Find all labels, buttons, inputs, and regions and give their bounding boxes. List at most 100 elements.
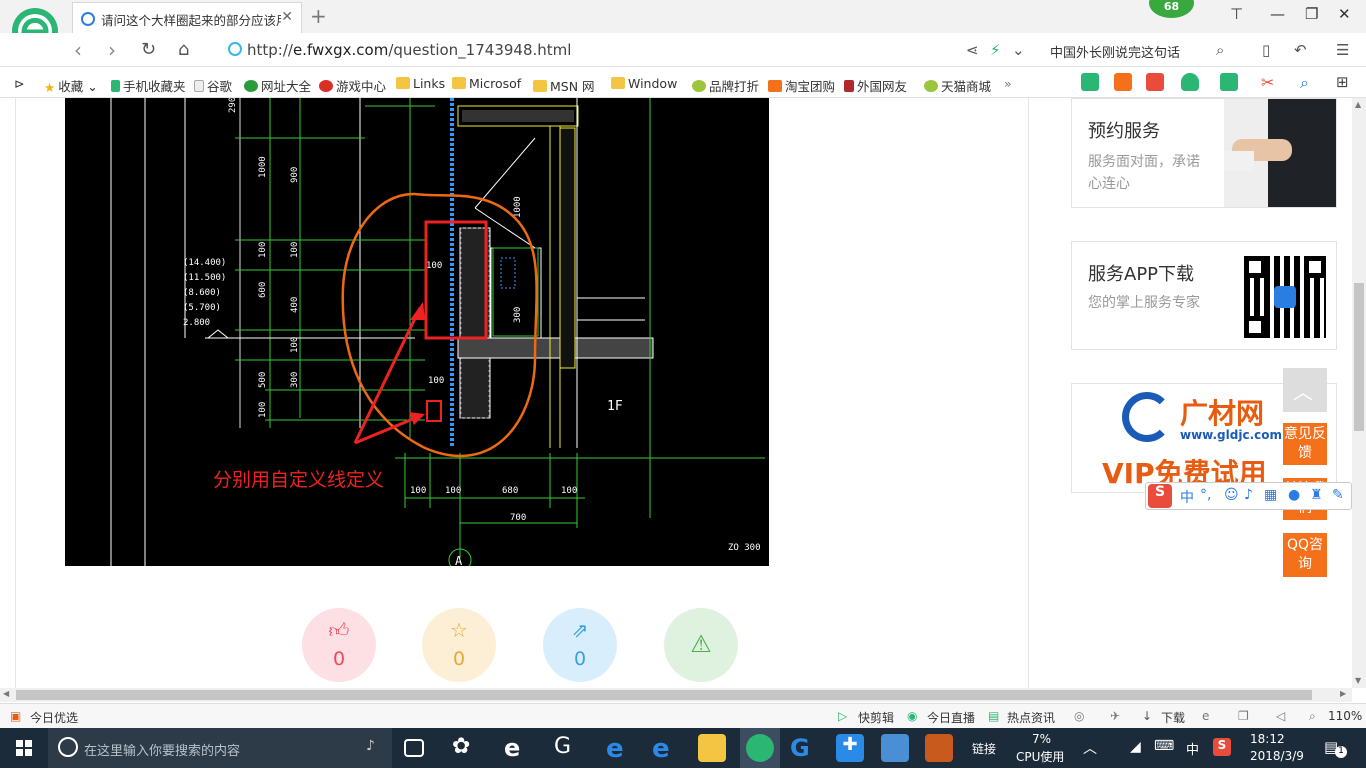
menu-icon[interactable]: ☰: [1336, 41, 1349, 59]
translate-icon[interactable]: [1220, 73, 1238, 91]
skin-icon[interactable]: ♜: [1310, 487, 1323, 503]
home-icon[interactable]: ⌂: [178, 39, 189, 60]
back-icon[interactable]: ‹: [74, 38, 82, 62]
microphone-icon[interactable]: ♪: [1244, 487, 1253, 503]
window-icon[interactable]: ❐: [1238, 709, 1249, 723]
qq-consult-button[interactable]: QQ咨询: [1283, 533, 1327, 577]
bookmark-item[interactable]: 网址大全: [244, 76, 311, 95]
volume-icon[interactable]: ◁: [1276, 709, 1285, 723]
news-icon[interactable]: ▤: [988, 709, 999, 723]
fan-app-icon[interactable]: ✿: [452, 734, 480, 762]
ie-mode-icon[interactable]: e: [1202, 709, 1209, 723]
undo-icon[interactable]: ↶: [1294, 41, 1307, 59]
apps-grid-icon[interactable]: ⊞: [1336, 73, 1354, 91]
vertical-scrollbar[interactable]: ▲ ▼: [1352, 98, 1366, 688]
close-window-button[interactable]: ✕: [1338, 5, 1351, 23]
bookmark-item[interactable]: 手机收藏夹: [111, 76, 186, 95]
live-icon[interactable]: ◉: [907, 709, 917, 723]
file-explorer-icon[interactable]: [698, 734, 726, 762]
pin-icon[interactable]: ✈: [1110, 709, 1120, 723]
cross-app-icon[interactable]: ✚: [836, 734, 864, 762]
internet-explorer-icon[interactable]: e: [652, 734, 680, 764]
clock-time[interactable]: 18:12: [1250, 732, 1285, 746]
status-item[interactable]: 今日直播: [927, 709, 975, 726]
chevron-down-icon[interactable]: ⌄: [1012, 41, 1025, 59]
app-download-card[interactable]: 服务APP下载 您的掌上服务专家: [1071, 241, 1337, 350]
tray-expand-icon[interactable]: ︿: [1083, 738, 1097, 758]
taskbar-search[interactable]: 在这里输入你要搜索的内容 ♪: [48, 728, 392, 768]
site-security-icon[interactable]: [228, 42, 242, 56]
scroll-left-icon[interactable]: ◀: [3, 689, 9, 698]
favorite-button[interactable]: ☆ 0: [422, 608, 496, 682]
refresh-icon[interactable]: ↻: [141, 39, 156, 60]
lightning-icon[interactable]: ⚡: [990, 41, 1001, 59]
shield-icon[interactable]: [1181, 73, 1199, 91]
microphone-icon[interactable]: ♪: [366, 738, 375, 754]
video-icon[interactable]: [1114, 73, 1132, 91]
search-input[interactable]: 中国外长刚说完这句话: [1050, 42, 1180, 61]
bookmark-item[interactable]: 天猫商城: [924, 76, 991, 95]
ie-browser-icon[interactable]: e: [504, 734, 532, 762]
video-edit-icon[interactable]: ▷: [838, 709, 847, 723]
zoom-level[interactable]: 110%: [1328, 709, 1362, 723]
daily-picks-link[interactable]: 今日优选: [30, 709, 78, 726]
minimize-button[interactable]: —: [1270, 5, 1285, 23]
new-tab-button[interactable]: +: [310, 4, 327, 28]
keyboard-icon[interactable]: ▦: [1264, 487, 1277, 503]
edge-icon[interactable]: e: [606, 734, 634, 764]
bookmark-item[interactable]: Links: [396, 76, 445, 91]
shirt-skin-icon[interactable]: ⊤: [1230, 5, 1243, 23]
horizontal-scroll-thumb[interactable]: [16, 690, 1312, 700]
scissors-icon[interactable]: ✂: [1261, 73, 1279, 92]
start-button[interactable]: [0, 728, 48, 768]
settings-icon[interactable]: ✎: [1332, 487, 1344, 503]
punctuation-icon[interactable]: °,: [1200, 487, 1211, 503]
ime-indicator[interactable]: 中: [1186, 739, 1199, 758]
vertical-scroll-thumb[interactable]: [1354, 283, 1364, 431]
feedback-button[interactable]: 意见反馈: [1283, 423, 1327, 465]
user-icon[interactable]: ●: [1288, 487, 1300, 503]
share-icon[interactable]: ⋖: [966, 41, 979, 59]
service-card[interactable]: 预约服务 服务面对面，承诺心连心: [1071, 98, 1337, 208]
cad-drawing-image[interactable]: (14.400) (11.500) (8.600) (5.700) 2.800 …: [65, 98, 769, 566]
gift-icon[interactable]: ▣: [10, 709, 21, 723]
report-button[interactable]: ⚠: [664, 608, 738, 682]
sogou-tray-icon[interactable]: S: [1213, 738, 1231, 756]
bookmark-item[interactable]: Window: [611, 76, 677, 91]
download-icon[interactable]: ↓: [1142, 709, 1152, 723]
tab-active[interactable]: 请问这个大样圈起来的部分应该用 ✕: [72, 2, 302, 33]
zoom-icon[interactable]: ⌕: [1309, 709, 1316, 724]
horizontal-scrollbar[interactable]: ◀ ▶: [0, 688, 1352, 702]
bookmark-item[interactable]: MSN 网: [533, 76, 595, 95]
like-button[interactable]: 👍︎ 0: [302, 608, 376, 682]
ime-mode[interactable]: 中: [1180, 487, 1194, 507]
bookmark-item[interactable]: 外国网友: [844, 76, 907, 95]
bookmark-item[interactable]: 谷歌: [194, 76, 232, 95]
speed-icon[interactable]: ◎: [1074, 709, 1084, 723]
bookmark-item[interactable]: ★ 收藏 ⌄: [44, 76, 98, 95]
bookmark-item[interactable]: 游戏中心: [319, 76, 386, 95]
search-icon[interactable]: ⌕: [1216, 41, 1224, 59]
notification-badge[interactable]: 68: [1149, 0, 1194, 18]
magnifier-icon[interactable]: ⌕: [1300, 73, 1318, 92]
forward-icon[interactable]: ›: [108, 38, 116, 62]
discount-icon[interactable]: [1146, 73, 1164, 91]
mobile-icon[interactable]: ▯: [1262, 41, 1270, 59]
share-button[interactable]: ⇗ 0: [543, 608, 617, 682]
active-app-highlight[interactable]: [740, 728, 780, 768]
wifi-icon[interactable]: ◢: [1130, 739, 1141, 755]
taskbar-link-label[interactable]: 链接: [972, 740, 996, 757]
status-item[interactable]: 快剪辑: [858, 709, 894, 726]
glodon-app-icon[interactable]: G: [790, 734, 818, 762]
emoji-icon[interactable]: ☺: [1224, 487, 1239, 503]
status-item[interactable]: 热点资讯: [1007, 709, 1055, 726]
bookmark-item[interactable]: Microsof: [452, 76, 521, 91]
scroll-right-icon[interactable]: ▶: [1340, 689, 1346, 698]
ime-toolbar[interactable]: S 中 °, ☺ ♪ ▦ ● ♜ ✎: [1145, 482, 1352, 510]
clock-date[interactable]: 2018/3/9: [1250, 749, 1304, 763]
keyboard-icon[interactable]: ⌨: [1154, 738, 1174, 754]
scroll-down-icon[interactable]: ▼: [1355, 676, 1361, 685]
task-view-icon[interactable]: [404, 739, 424, 757]
status-item[interactable]: 下载: [1161, 709, 1185, 726]
url-field[interactable]: http://e.fwxgx.com/question_1743948.html: [247, 41, 571, 59]
